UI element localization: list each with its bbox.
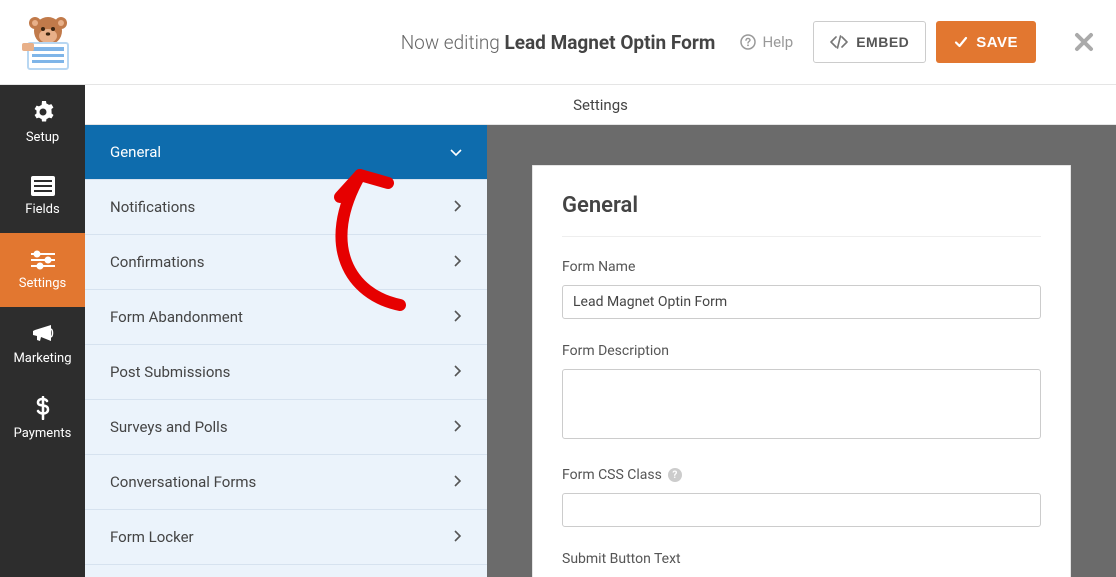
chevron-right-icon [454, 528, 462, 546]
settings-tab-conversational-forms[interactable]: Conversational Forms [85, 455, 487, 510]
editing-prefix: Now editing [401, 31, 505, 54]
save-button[interactable]: SAVE [936, 21, 1036, 63]
help-tooltip-icon[interactable]: ? [668, 468, 682, 482]
form-css-class-label: Form CSS Class ? [562, 467, 1041, 483]
settings-tab-form-abandonment[interactable]: Form Abandonment [85, 290, 487, 345]
settings-tab-label: Notifications [110, 198, 195, 216]
settings-tab-general[interactable]: General [85, 125, 487, 180]
chevron-right-icon [454, 253, 462, 271]
settings-tab-label: General [110, 143, 161, 161]
settings-tab-label: Confirmations [110, 253, 204, 271]
settings-tab-label: Surveys and Polls [110, 418, 228, 436]
bullhorn-icon [31, 323, 55, 345]
content-wrap: General Form Name Form Description Form … [487, 125, 1116, 577]
submit-button-text-label: Submit Button Text [562, 551, 1041, 567]
chevron-right-icon [454, 473, 462, 491]
chevron-right-icon [454, 308, 462, 326]
settings-tab-post-submissions[interactable]: Post Submissions [85, 345, 487, 400]
form-name-input[interactable] [562, 285, 1041, 319]
nav-item-settings[interactable]: Settings [0, 233, 85, 307]
nav-label: Setup [26, 130, 59, 145]
save-label: SAVE [976, 34, 1018, 51]
chevron-right-icon [454, 363, 462, 381]
nav-item-fields[interactable]: Fields [0, 159, 85, 233]
settings-tab-confirmations[interactable]: Confirmations [85, 235, 487, 290]
nav-label: Payments [14, 426, 72, 441]
form-css-class-input[interactable] [562, 493, 1041, 527]
help-label: Help [762, 33, 793, 51]
list-icon [31, 176, 55, 196]
settings-tab-label: Post Submissions [110, 363, 230, 381]
panel-heading: General [562, 193, 1041, 237]
settings-sidebar: General Notifications Confirmations Form… [85, 125, 487, 577]
help-link[interactable]: Help [730, 33, 803, 51]
chevron-right-icon [454, 198, 462, 216]
form-description-input[interactable] [562, 369, 1041, 439]
editing-form-name: Lead Magnet Optin Form [504, 31, 715, 54]
settings-tab-label: Conversational Forms [110, 473, 256, 491]
form-description-label: Form Description [562, 343, 1041, 359]
chevron-down-icon [450, 143, 462, 161]
field-form-css-class: Form CSS Class ? [562, 467, 1041, 527]
sliders-icon [31, 250, 55, 270]
close-icon [1074, 32, 1094, 52]
nav-item-setup[interactable]: Setup [0, 85, 85, 159]
code-icon [830, 35, 848, 49]
form-name-label: Form Name [562, 259, 1041, 275]
dollar-icon [35, 396, 51, 420]
gear-icon [31, 100, 55, 124]
top-bar: Now editing Lead Magnet Optin Form Help … [0, 0, 1116, 85]
general-settings-card: General Form Name Form Description Form … [532, 165, 1071, 577]
close-button[interactable] [1070, 32, 1098, 52]
left-nav: Setup Fields Settings Marketing Payments [0, 85, 85, 577]
nav-label: Fields [25, 202, 59, 217]
chevron-right-icon [454, 418, 462, 436]
embed-button[interactable]: EMBED [813, 21, 926, 63]
nav-label: Marketing [13, 351, 71, 366]
field-form-name: Form Name [562, 259, 1041, 319]
editing-title: Now editing Lead Magnet Optin Form [401, 31, 716, 54]
section-title: Settings [85, 85, 1116, 125]
form-css-class-label-text: Form CSS Class [562, 467, 662, 483]
app-logo [18, 12, 78, 72]
settings-tab-notifications[interactable]: Notifications [85, 180, 487, 235]
settings-tab-surveys-polls[interactable]: Surveys and Polls [85, 400, 487, 455]
settings-tab-label: Form Locker [110, 528, 194, 546]
embed-label: EMBED [856, 34, 909, 50]
field-form-description: Form Description [562, 343, 1041, 443]
check-icon [954, 35, 968, 49]
settings-tab-label: Form Abandonment [110, 308, 243, 326]
top-actions: Help EMBED SAVE [730, 21, 1098, 63]
nav-item-payments[interactable]: Payments [0, 381, 85, 455]
settings-tab-form-locker[interactable]: Form Locker [85, 510, 487, 565]
help-icon [740, 34, 756, 50]
field-submit-button-text: Submit Button Text [562, 551, 1041, 577]
nav-item-marketing[interactable]: Marketing [0, 307, 85, 381]
nav-label: Settings [19, 276, 66, 291]
